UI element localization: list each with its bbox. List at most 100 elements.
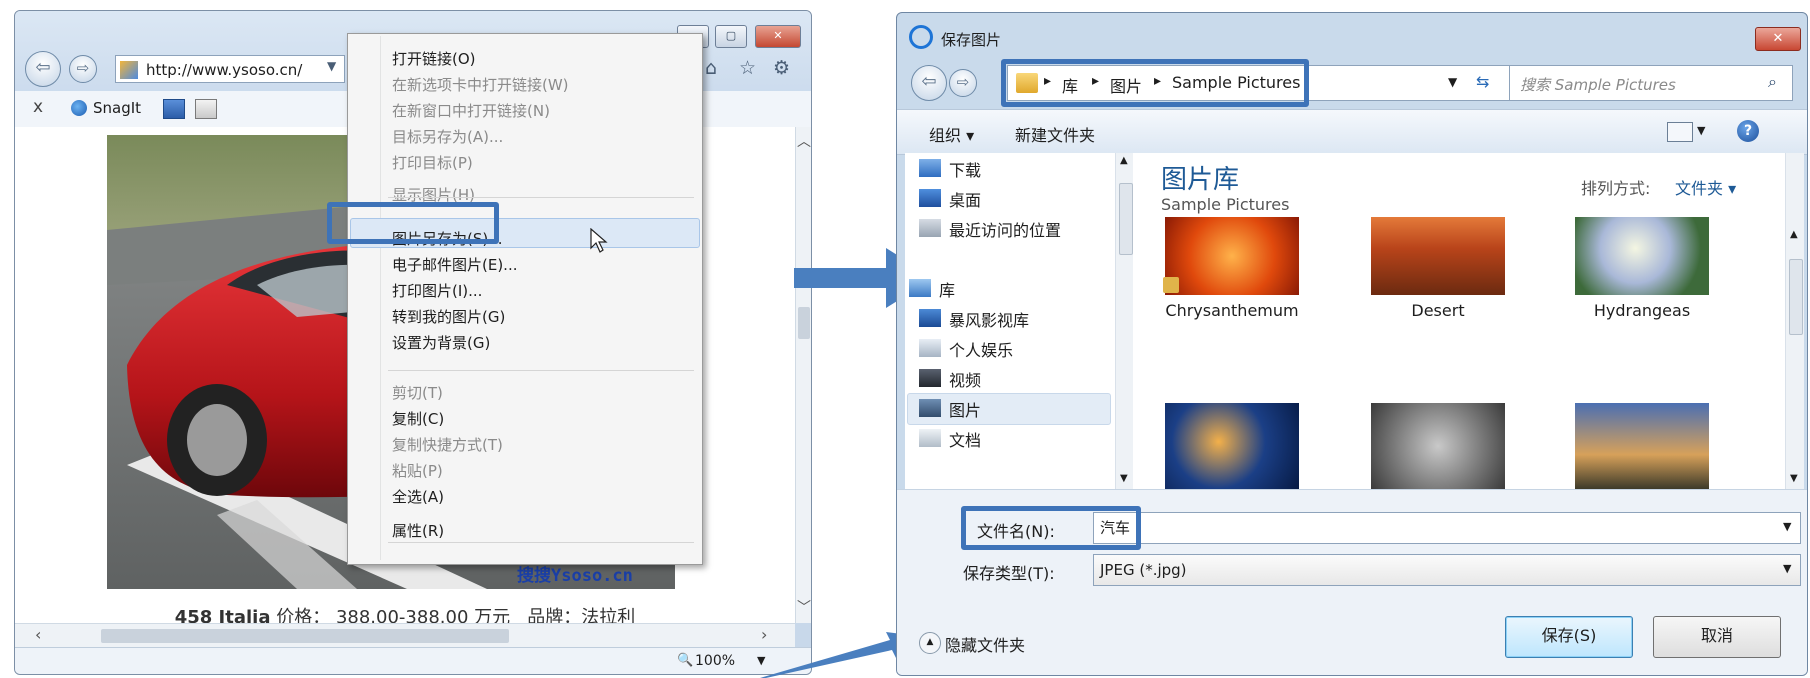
nav-item-library[interactable]: 视频 (949, 367, 981, 391)
thumbnail-hydrangeas[interactable] (1575, 217, 1709, 295)
refresh-icon[interactable]: ⇆ (1476, 72, 1489, 91)
navigation-pane: 下载 桌面 最近访问的位置 库 暴风影视库 个人娱乐 视频 图片 文档 (905, 153, 1115, 489)
context-menu-item: 目标另存为(A)... (392, 128, 504, 146)
hide-folders-button[interactable]: 隐藏文件夹 (945, 632, 1025, 656)
thumbnail-chrysanthemum[interactable] (1165, 217, 1299, 295)
film-icon (919, 369, 941, 387)
view-dropdown-icon[interactable]: ▼ (1697, 124, 1705, 137)
file-name-label[interactable]: Chrysanthemum (1137, 301, 1327, 320)
library-title: 图片库 (1161, 165, 1240, 195)
filename-input[interactable]: 汽车 (1093, 512, 1801, 544)
vertical-scrollbar[interactable]: ︿ ﹀ (795, 127, 811, 623)
scroll-up-icon[interactable]: ︿ (797, 131, 811, 151)
context-menu-item[interactable]: 转到我的图片(G) (392, 306, 505, 327)
search-input[interactable]: 搜索 Sample Pictures ⌕ (1509, 65, 1793, 101)
horizontal-scrollbar[interactable]: ‹ › (15, 623, 795, 648)
context-menu-item[interactable]: 设置为背景(G) (392, 332, 490, 353)
browser-toolbar-icons: ⌂ ☆ ⚙ (705, 57, 805, 83)
scroll-up-icon[interactable]: ▲ (1120, 155, 1128, 166)
search-icon[interactable]: ⌕ (1768, 72, 1777, 92)
file-pane-scrollbar[interactable]: ▲ ▼ (1785, 153, 1804, 489)
zoom-level[interactable]: 100% (695, 653, 735, 669)
forward-arrow-icon: ⇨ (76, 59, 90, 77)
filename-dropdown-icon[interactable]: ▼ (1783, 520, 1791, 533)
snagit-label[interactable]: SnagIt (93, 99, 141, 117)
maximize-button[interactable]: ▢ (715, 25, 747, 48)
forward-button[interactable]: ⇨ (69, 55, 97, 83)
nav-item-pictures[interactable]: 图片 (949, 397, 981, 421)
menu-separator (388, 370, 694, 371)
menu-separator (388, 542, 694, 543)
context-menu-gutter (380, 36, 381, 560)
horizontal-scroll-thumb[interactable] (101, 629, 509, 643)
new-folder-button[interactable]: 新建文件夹 (1015, 122, 1095, 146)
toolbar-close-icon[interactable]: x (33, 97, 43, 117)
context-menu-item[interactable]: 电子邮件图片(E)... (392, 254, 518, 275)
filetype-select[interactable]: JPEG (*.jpg) (1093, 554, 1801, 586)
context-menu-item[interactable]: 全选(A) (392, 486, 444, 507)
context-menu-item[interactable]: 打开链接(O) (392, 48, 476, 69)
organize-button[interactable]: 组织 ▾ (929, 122, 974, 146)
filetype-label: 保存类型(T): (963, 564, 1055, 583)
file-name-label[interactable]: Hydrangeas (1547, 301, 1737, 320)
file-name-label[interactable]: Desert (1343, 301, 1533, 320)
downloads-icon (919, 159, 941, 177)
highlight-box-save-image-as (327, 202, 499, 244)
snagit-editor-icon[interactable] (195, 99, 217, 119)
nav-item-documents[interactable]: 文档 (949, 427, 981, 451)
dialog-forward-button[interactable]: ⇨ (949, 69, 977, 97)
thumbnail-jellyfish[interactable] (1165, 403, 1299, 489)
nav-pane-scrollbar[interactable]: ▲ ▼ (1115, 153, 1134, 489)
context-menu-item: 剪切(T) (392, 384, 443, 402)
cancel-button[interactable]: 取消 (1653, 616, 1781, 658)
nav-item-library[interactable]: 暴风影视库 (949, 307, 1029, 331)
context-menu-item[interactable]: 复制(C) (392, 408, 444, 429)
dialog-title: 保存图片 (941, 31, 1002, 49)
scroll-left-icon[interactable]: ‹ (35, 625, 41, 644)
search-placeholder: 搜索 Sample Pictures (1520, 76, 1676, 94)
breadcrumb-dropdown-icon[interactable]: ▼ (1448, 75, 1457, 89)
back-button[interactable]: ⇦ (25, 51, 61, 87)
dialog-close-button[interactable]: ✕ (1755, 27, 1801, 51)
scroll-down-icon[interactable]: ▼ (1120, 473, 1128, 484)
thumbnail-koala[interactable] (1371, 403, 1505, 489)
scroll-down-icon[interactable]: ▼ (1790, 473, 1798, 484)
nav-item-recent-places[interactable]: 最近访问的位置 (949, 217, 1061, 241)
scroll-down-icon[interactable]: ﹀ (797, 597, 811, 617)
pointer-arrow-icon (760, 632, 918, 678)
sort-dropdown[interactable]: 文件夹 ▾ (1675, 175, 1736, 199)
address-url: http://www.ysoso.cn/ (146, 61, 303, 79)
help-icon[interactable]: ? (1737, 120, 1759, 142)
address-bar[interactable]: http://www.ysoso.cn/ (115, 55, 345, 83)
nav-item-library[interactable]: 个人娱乐 (949, 337, 1013, 361)
context-menu-item: 复制快捷方式(T) (392, 436, 503, 454)
nav-scroll-thumb[interactable] (1119, 183, 1133, 255)
save-image-dialog: 保存图片 ✕ ⇦ ⇨ ▸ 库 ▸ 图片 ▸ Sample Pictures ▼ … (896, 12, 1808, 676)
file-scroll-thumb[interactable] (1789, 259, 1803, 335)
filetype-dropdown-icon[interactable]: ▼ (1783, 562, 1791, 575)
library-subtitle: Sample Pictures (1161, 195, 1290, 214)
menu-separator (388, 197, 694, 198)
thumbnail-lighthouse[interactable] (1575, 403, 1709, 489)
save-button[interactable]: 保存(S) (1505, 616, 1633, 658)
address-dropdown-icon[interactable]: ▼ (327, 59, 336, 73)
context-menu: 打开链接(O) 在新选项卡中打开链接(W) 在新窗口中打开链接(N) 目标另存为(A)… (347, 33, 703, 565)
nav-item-libraries[interactable]: 库 (939, 277, 955, 301)
view-options-icon[interactable] (1667, 122, 1693, 142)
gear-icon[interactable]: ⚙ (773, 57, 790, 79)
video-library-icon (919, 309, 941, 327)
favorites-star-icon[interactable]: ☆ (739, 57, 756, 79)
context-menu-item[interactable]: 属性(R) (392, 520, 444, 541)
snagit-capture-icon[interactable] (163, 99, 185, 119)
desktop-icon (919, 189, 941, 207)
chevron-up-icon[interactable]: ▲ (919, 632, 941, 654)
close-button[interactable]: ✕ (755, 25, 801, 48)
thumbnail-desert[interactable] (1371, 217, 1505, 295)
home-icon[interactable]: ⌂ (705, 57, 717, 79)
nav-item-downloads[interactable]: 下载 (949, 157, 981, 181)
dialog-back-button[interactable]: ⇦ (911, 65, 947, 101)
context-menu-item: 打印目标(P) (392, 154, 473, 172)
nav-item-desktop[interactable]: 桌面 (949, 187, 981, 211)
context-menu-item[interactable]: 打印图片(I)... (392, 280, 482, 301)
scroll-up-icon[interactable]: ▲ (1790, 229, 1798, 240)
